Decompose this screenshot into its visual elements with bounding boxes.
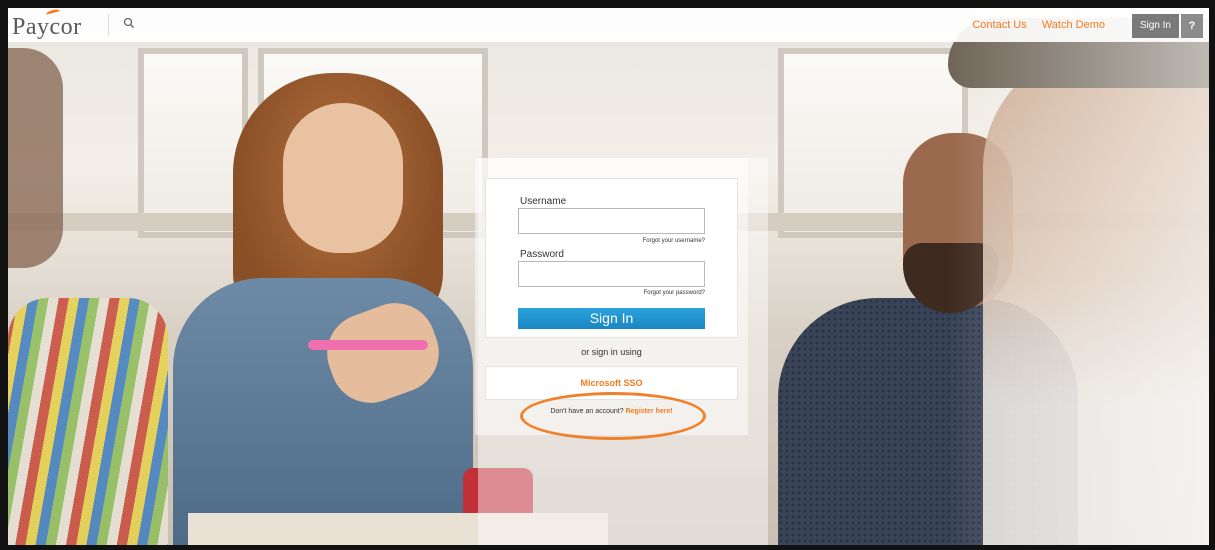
header-links: Contact Us Watch Demo: [960, 19, 1105, 31]
password-field[interactable]: [518, 261, 705, 287]
or-sign-in-text: or sign in using: [581, 347, 642, 357]
window-pane: [138, 48, 248, 238]
logo-text: Paycor: [12, 14, 82, 40]
sign-in-button[interactable]: Sign In: [518, 308, 705, 329]
password-label: Password: [520, 249, 564, 260]
top-header: Paycor Contact Us Watch Demo Sign In ?: [8, 8, 1209, 42]
username-label: Username: [520, 196, 567, 207]
person-left: [8, 298, 168, 545]
header-sign-in-button[interactable]: Sign In: [1131, 14, 1179, 38]
pink-pen: [308, 340, 428, 350]
light-haze-right: [949, 8, 1209, 545]
watch-demo-link[interactable]: Watch Demo: [1042, 19, 1105, 31]
highlight-circle: [520, 392, 706, 440]
woman-face: [283, 103, 403, 253]
header-divider: [108, 14, 109, 36]
contact-us-link[interactable]: Contact Us: [972, 19, 1026, 31]
woman-body: [173, 278, 473, 545]
help-button[interactable]: ?: [1181, 14, 1203, 38]
paycor-logo[interactable]: Paycor: [12, 8, 82, 41]
forgot-password-link[interactable]: Forgot your password?: [644, 290, 705, 296]
person-left-head: [8, 48, 63, 268]
username-field[interactable]: [518, 208, 705, 234]
login-form: Username Forgot your username? Password …: [485, 178, 738, 338]
forgot-username-link[interactable]: Forgot your username?: [643, 238, 705, 244]
search-icon[interactable]: [122, 16, 136, 30]
